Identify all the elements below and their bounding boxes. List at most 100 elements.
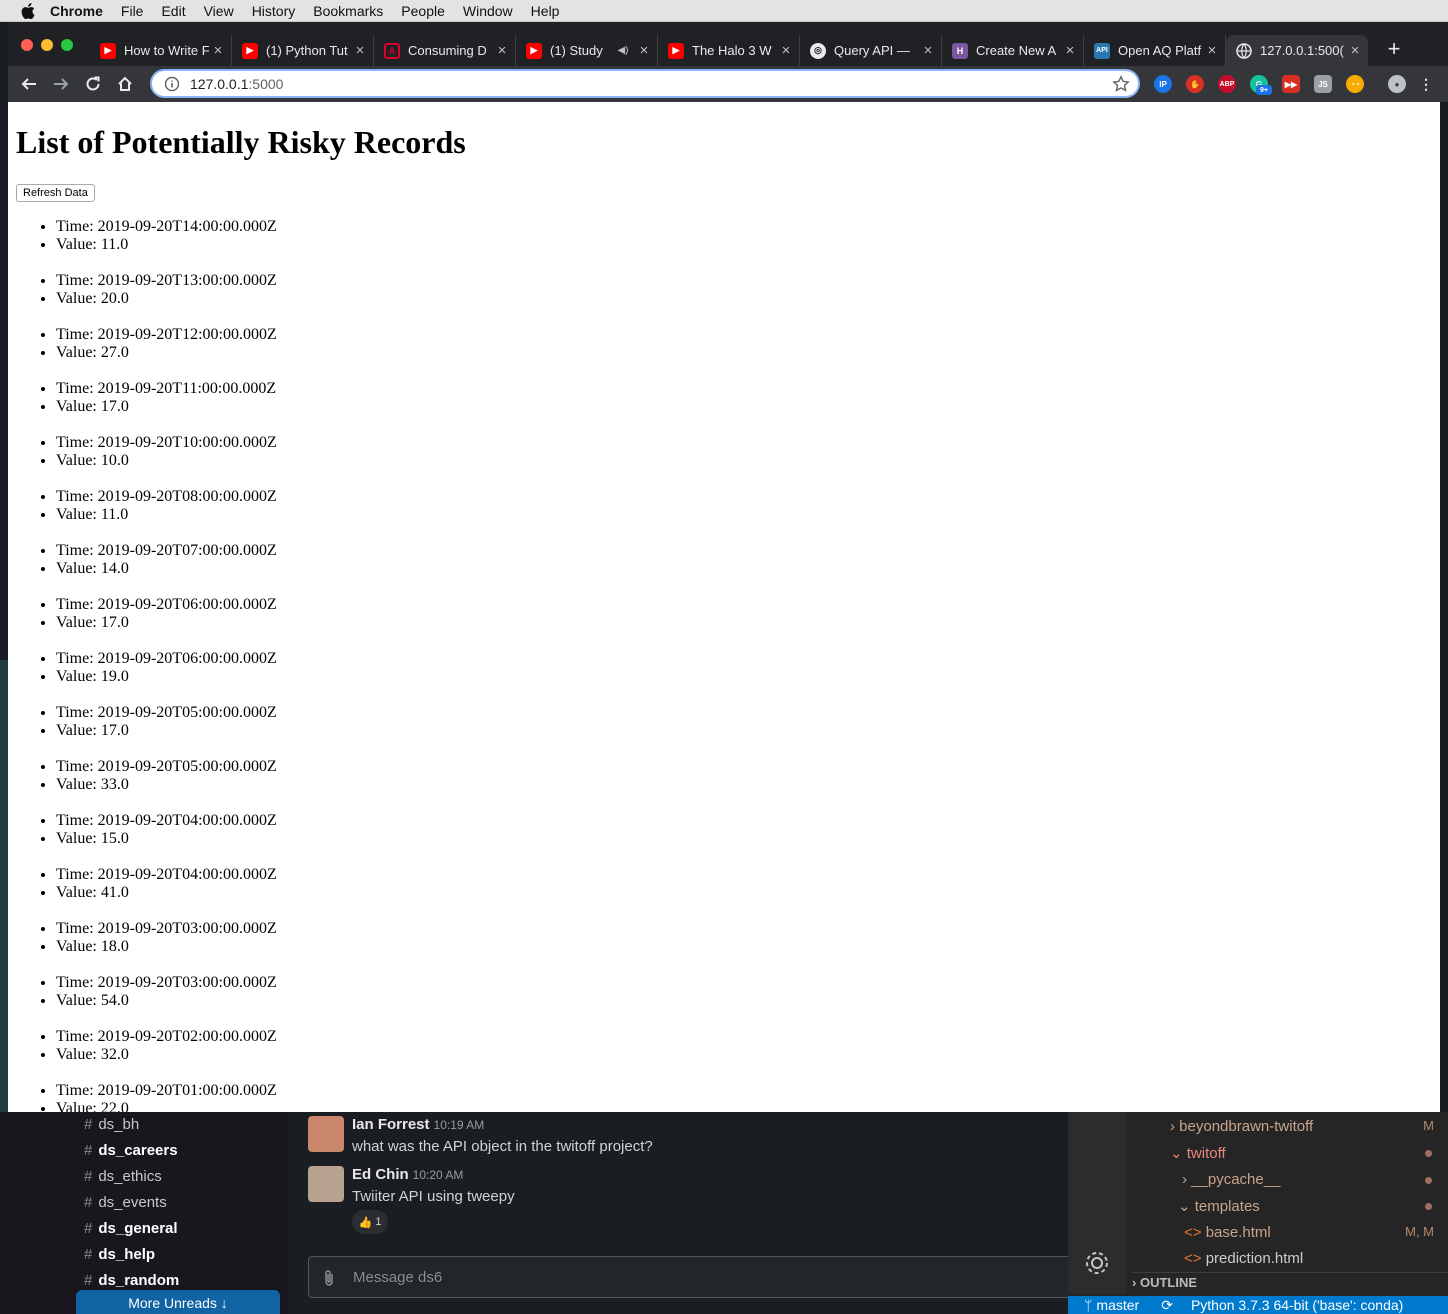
record-item: Time: 2019-09-20T11:00:00.000ZValue: 17.… (56, 380, 277, 416)
slack-sidebar: # ds_bh # ds_careers # ds_ethics # ds_events… (68, 1112, 288, 1314)
minimize-window-button[interactable] (41, 39, 53, 51)
tree-item-folder[interactable]: › beyondbrawn-twitoff (1170, 1118, 1313, 1135)
channel-ds-random[interactable]: # ds_random (84, 1272, 179, 1289)
record-value: Value: 27.0 (56, 344, 277, 362)
avatar[interactable] (308, 1166, 344, 1202)
python-interpreter[interactable]: Python 3.7.3 64-bit ('base': conda) (1191, 1297, 1403, 1313)
audio-playing-icon[interactable]: ◀) (615, 45, 631, 56)
tab-how-to-write[interactable]: ▶ How to Write F × (90, 35, 232, 66)
record-time: Time: 2019-09-20T06:00:00.000Z (56, 650, 277, 668)
hash-icon: # (84, 1220, 93, 1237)
records-list: Time: 2019-09-20T14:00:00.000ZValue: 11.… (56, 218, 277, 1112)
tab-query-api[interactable]: ◎ Query API — × (800, 35, 942, 66)
tab-localhost-active[interactable]: 127.0.0.1:500( × (1226, 35, 1368, 66)
close-tab-icon[interactable]: × (777, 42, 795, 59)
profile-avatar[interactable]: ● (1388, 75, 1406, 93)
close-tab-icon[interactable]: × (1346, 42, 1364, 59)
tree-label: beyondbrawn-twitoff (1179, 1118, 1314, 1135)
site-info-icon[interactable] (164, 76, 180, 92)
close-tab-icon[interactable]: × (209, 42, 227, 59)
js-extension-icon[interactable]: JS (1314, 75, 1332, 93)
close-tab-icon[interactable]: × (635, 42, 653, 59)
close-tab-icon[interactable]: × (919, 42, 937, 59)
new-tab-button[interactable]: + (1380, 35, 1408, 63)
avatar[interactable] (308, 1116, 344, 1152)
menu-help[interactable]: Help (531, 3, 560, 19)
tree-item-folder[interactable]: › __pycache__ (1182, 1171, 1280, 1188)
address-bar[interactable]: 127.0.0.1 :5000 (150, 69, 1140, 98)
tree-item-file[interactable]: <> base.html (1184, 1224, 1271, 1241)
menu-bookmarks[interactable]: Bookmarks (313, 3, 383, 19)
git-branch[interactable]: master (1096, 1297, 1139, 1313)
chevron-right-icon: › (1132, 1275, 1137, 1290)
tree-item-file[interactable]: <> prediction.html (1184, 1250, 1303, 1267)
gear-icon[interactable] (1082, 1248, 1112, 1278)
outline-section[interactable]: › OUTLINE (1132, 1272, 1448, 1290)
hash-icon: # (84, 1194, 93, 1211)
close-tab-icon[interactable]: × (493, 42, 511, 59)
home-icon[interactable] (112, 71, 138, 97)
more-unreads-button[interactable]: More Unreads ↓ (76, 1290, 280, 1314)
record-item: Time: 2019-09-20T04:00:00.000ZValue: 41.… (56, 866, 277, 902)
tab-consuming[interactable]: A Consuming D × (374, 35, 516, 66)
channel-ds-general[interactable]: # ds_general (84, 1220, 178, 1237)
reaction-count: 1 (375, 1216, 382, 1228)
record-item: Time: 2019-09-20T03:00:00.000ZValue: 18.… (56, 920, 277, 956)
close-tab-icon[interactable]: × (1203, 42, 1221, 59)
stop-extension-icon[interactable]: ✋ (1186, 75, 1204, 93)
tree-item-folder[interactable]: ⌄ templates (1178, 1197, 1260, 1215)
tab-open-aq-platform[interactable]: API Open AQ Platf × (1084, 35, 1226, 66)
message-input[interactable]: Message ds6 (308, 1256, 1078, 1298)
back-arrow-icon[interactable] (16, 71, 42, 97)
chevron-down-icon: ⌄ (1170, 1145, 1183, 1162)
menu-view[interactable]: View (204, 3, 234, 19)
cookie-extension-icon[interactable]: ◔◔ (1346, 75, 1364, 93)
forward-arrow-icon[interactable] (48, 71, 74, 97)
close-tab-icon[interactable]: × (351, 42, 369, 59)
menu-window[interactable]: Window (463, 3, 513, 19)
ip-extension-icon[interactable]: IP (1154, 75, 1172, 93)
close-window-button[interactable] (21, 39, 33, 51)
message-time: 10:20 AM (412, 1168, 464, 1182)
page-title: List of Potentially Risky Records (16, 124, 466, 160)
menu-edit[interactable]: Edit (161, 3, 185, 19)
youtube-extension-icon[interactable]: ▶▶ (1282, 75, 1300, 93)
record-item: Time: 2019-09-20T13:00:00.000ZValue: 20.… (56, 272, 277, 308)
youtube-icon: ▶ (100, 42, 116, 59)
menu-history[interactable]: History (252, 3, 296, 19)
thumbs-up-reaction[interactable]: 👍 1 (352, 1210, 388, 1234)
tab-python-tut[interactable]: ▶ (1) Python Tut × (232, 35, 374, 66)
menu-file[interactable]: File (121, 3, 144, 19)
chrome-menu-icon[interactable]: ⋮ (1419, 75, 1433, 93)
paperclip-icon[interactable] (321, 1269, 337, 1287)
message-author[interactable]: Ian Forrest 10:19 AM (352, 1116, 484, 1133)
tab-title: Create New A (976, 43, 1057, 58)
channel-ds-help[interactable]: # ds_help (84, 1246, 155, 1263)
channel-ds-events[interactable]: # ds_events (84, 1194, 167, 1211)
channel-label: ds_random (98, 1272, 180, 1289)
tab-study[interactable]: ▶ (1) Study ◀) × (516, 35, 658, 66)
refresh-data-button[interactable]: Refresh Data (16, 184, 95, 202)
tab-halo-3[interactable]: ▶ The Halo 3 W × (658, 35, 800, 66)
abp-extension-icon[interactable]: ABP (1218, 75, 1236, 93)
record-value: Value: 32.0 (56, 1046, 277, 1064)
reload-icon[interactable] (80, 71, 106, 97)
close-tab-icon[interactable]: × (1061, 42, 1079, 59)
menu-people[interactable]: People (401, 3, 445, 19)
record-item: Time: 2019-09-20T10:00:00.000ZValue: 10.… (56, 434, 277, 470)
tree-item-folder[interactable]: ⌄ twitoff (1170, 1144, 1226, 1162)
record-time: Time: 2019-09-20T11:00:00.000Z (56, 380, 277, 398)
menu-app-name[interactable]: Chrome (50, 3, 103, 19)
sync-icon[interactable]: ⟳ (1161, 1297, 1173, 1314)
tab-create-new-app[interactable]: H Create New A × (942, 35, 1084, 66)
channel-ds-ethics[interactable]: # ds_ethics (84, 1168, 162, 1185)
record-time: Time: 2019-09-20T03:00:00.000Z (56, 974, 277, 992)
bookmark-star-icon[interactable] (1112, 75, 1130, 93)
record-value: Value: 11.0 (56, 236, 277, 254)
maximize-window-button[interactable] (61, 39, 73, 51)
channel-ds-bh[interactable]: # ds_bh (84, 1116, 139, 1133)
tree-label: __pycache__ (1191, 1171, 1281, 1188)
channel-ds-careers[interactable]: # ds_careers (84, 1142, 178, 1159)
message-author[interactable]: Ed Chin 10:20 AM (352, 1166, 463, 1183)
apple-menu-icon[interactable] (20, 2, 36, 19)
